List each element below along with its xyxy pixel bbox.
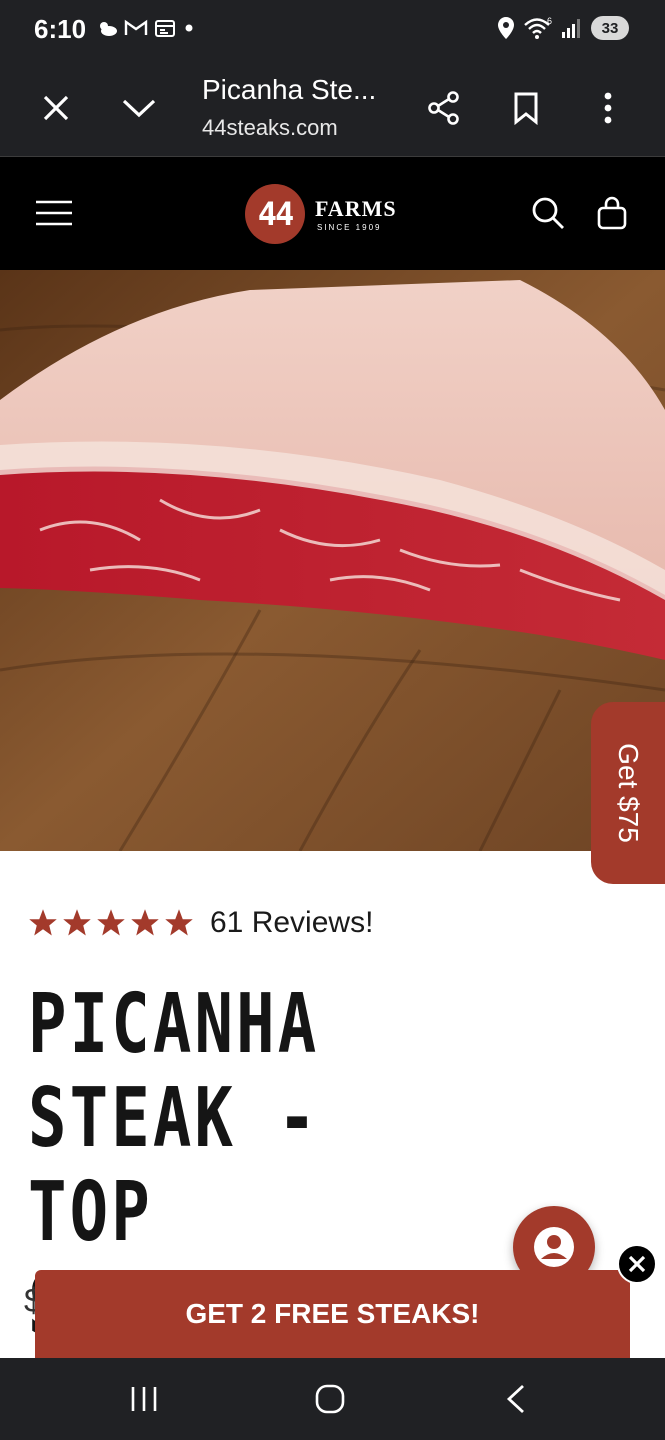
- close-banner-button[interactable]: [617, 1244, 657, 1284]
- page-url[interactable]: 44steaks.com: [202, 115, 338, 141]
- calendar-icon: [155, 20, 175, 37]
- star-icon: [63, 909, 91, 936]
- free-steaks-banner[interactable]: GET 2 FREE STEAKS!: [35, 1270, 630, 1358]
- bookmark-button[interactable]: [504, 86, 548, 130]
- status-time: 6:10: [34, 14, 87, 44]
- share-button[interactable]: [422, 86, 466, 130]
- cart-button[interactable]: [590, 191, 634, 235]
- wifi-icon: 6: [524, 16, 552, 39]
- home-icon: [315, 1384, 345, 1414]
- recents-button[interactable]: [114, 1374, 174, 1424]
- chevron-down-icon: [122, 99, 156, 118]
- system-nav-bar: [0, 1358, 665, 1440]
- close-icon: [628, 1255, 646, 1273]
- location-icon: [498, 17, 514, 39]
- signal-label: 6: [547, 16, 552, 26]
- menu-button[interactable]: [32, 191, 76, 235]
- get-75-tab[interactable]: Get $75: [591, 702, 665, 884]
- battery-indicator: 33: [591, 16, 629, 40]
- back-button[interactable]: [486, 1374, 546, 1424]
- site-logo[interactable]: 44 FARMS SINCE 1909: [245, 184, 397, 244]
- signal-icon: [562, 19, 580, 38]
- more-options-button[interactable]: [586, 86, 630, 130]
- home-button[interactable]: [300, 1374, 360, 1424]
- page-title[interactable]: Picanha Ste...: [202, 74, 376, 106]
- back-icon: [506, 1384, 524, 1414]
- site-header: 44 FARMS SINCE 1909: [0, 157, 665, 270]
- recents-icon: [131, 1387, 157, 1411]
- product-image[interactable]: [0, 270, 665, 851]
- bookmark-icon: [514, 92, 538, 125]
- menu-icon: [36, 200, 72, 226]
- star-icon: [97, 909, 125, 936]
- logo-badge: 44: [245, 184, 305, 244]
- share-icon: [428, 91, 459, 125]
- product-rating[interactable]: 61 Reviews!: [28, 906, 373, 940]
- logo-name: FARMS: [315, 196, 397, 221]
- get-75-label: Get $75: [613, 743, 645, 843]
- status-system-icons: 6 33: [497, 16, 629, 40]
- browser-toolbar: Picanha Ste... 44steaks.com: [0, 62, 665, 157]
- close-icon: [43, 95, 69, 121]
- star-icon: [29, 909, 57, 936]
- more-vert-icon: [604, 92, 612, 124]
- status-bar: 6:10 6 33: [0, 0, 665, 62]
- close-tab-button[interactable]: [34, 86, 78, 130]
- star-icon: [131, 909, 159, 936]
- status-notification-icons: [96, 18, 196, 38]
- cart-icon: [597, 196, 627, 230]
- search-icon: [532, 197, 564, 229]
- reviews-link[interactable]: 61 Reviews!: [210, 906, 373, 940]
- star-icon: [165, 909, 193, 936]
- minimize-button[interactable]: [117, 86, 161, 130]
- free-steaks-label: GET 2 FREE STEAKS!: [185, 1298, 480, 1329]
- gmail-icon: [124, 19, 148, 35]
- user-icon: [534, 1227, 574, 1267]
- logo-tagline: SINCE 1909: [317, 223, 382, 232]
- weather-icon: [100, 22, 117, 36]
- dot-icon: [185, 24, 193, 32]
- steak-image: [0, 270, 665, 851]
- search-button[interactable]: [526, 191, 570, 235]
